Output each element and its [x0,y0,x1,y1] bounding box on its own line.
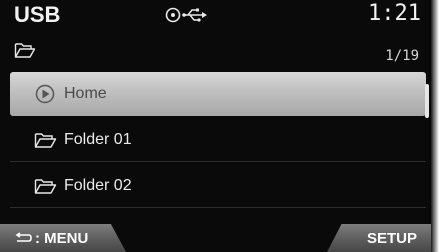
track-counter: 1/19 [385,48,419,64]
folder-icon [34,175,58,197]
screen-bezel [431,0,439,252]
usb-icon [182,8,207,22]
back-arrow-icon [15,232,32,242]
list-item-label: Folder 02 [64,176,132,194]
softkey-bar: : MENU SETUP [0,218,431,252]
list-item-label: Folder 01 [64,130,132,148]
scroll-indicator[interactable] [425,84,429,118]
play-circle-icon [34,83,58,105]
clock: 1:21 [368,1,421,26]
status-icons [164,6,214,24]
folder-icon [34,129,58,151]
disc-icon [165,7,181,23]
setup-softkey[interactable]: SETUP [327,224,431,252]
menu-softkey[interactable]: : MENU [0,224,126,252]
list-item-home[interactable]: Home [10,72,426,116]
status-bar: USB 1:21 [0,0,431,32]
list-item-label: Home [64,85,107,102]
list-item-folder-02[interactable]: Folder 02 [10,164,426,208]
source-label: USB [14,2,61,27]
path-row: 1/19 [0,36,431,66]
menu-softkey-label: : MENU [35,229,89,247]
setup-softkey-label: SETUP [366,229,417,247]
folder-icon[interactable] [14,41,36,59]
list-item-folder-01[interactable]: Folder 01 [10,118,426,162]
file-list: Home Folder 01 Folder 02 [10,72,426,210]
head-unit-screen: USB 1:21 1/19 Home Folder 01 Folder 02:… [0,0,431,252]
